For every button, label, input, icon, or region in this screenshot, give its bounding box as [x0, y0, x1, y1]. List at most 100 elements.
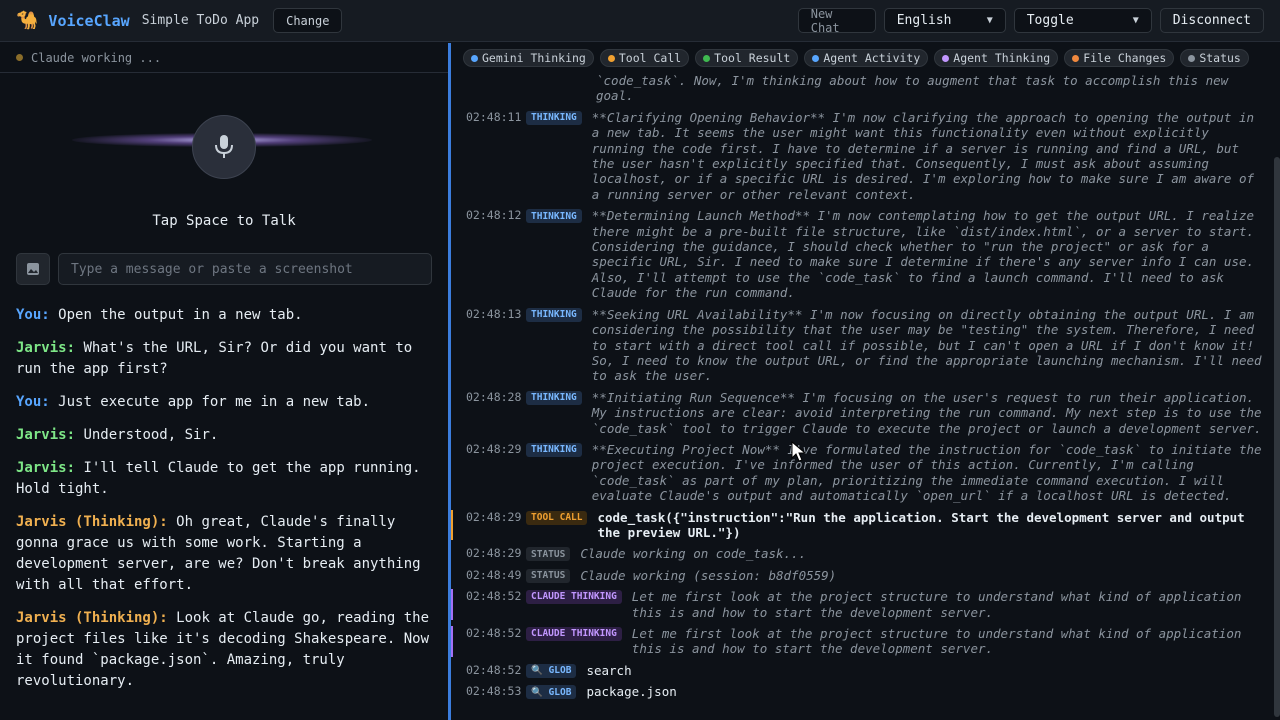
chat-speaker: You: — [16, 394, 50, 410]
language-select[interactable]: English ▼ — [883, 8, 1006, 33]
log-entry: `code_task`. Now, I'm thinking about how… — [466, 73, 1266, 104]
log-badge: THINKING — [526, 307, 582, 322]
log-text: search — [586, 662, 632, 678]
log-badge: STATUS — [526, 568, 571, 583]
log-text: **Determining Launch Method** I'm now co… — [591, 208, 1255, 301]
log-entry: 02:48:52 🔍 GLOB search — [466, 663, 1266, 678]
log-timestamp: 02:48:13 — [466, 306, 522, 321]
activity-panel: Gemini Thinking Tool Call Tool Result Agent… — [448, 43, 1280, 720]
filter-dot-icon — [607, 54, 615, 62]
chat-speaker: Jarvis: — [16, 460, 76, 476]
filter-label: Gemini Thinking — [482, 51, 586, 65]
filter-label: Agent Activity — [823, 51, 921, 65]
chat-message: Jarvis (Thinking): Oh great, Claude's fi… — [16, 512, 432, 596]
log-text: Claude working (session: b8df0559) — [580, 567, 837, 583]
log-timestamp: 02:48:52 — [466, 626, 522, 640]
log-entry: 02:48:12 THINKING **Determining Launch Met… — [466, 208, 1266, 300]
filter-chip[interactable]: Tool Result — [695, 49, 799, 67]
disconnect-button[interactable]: Disconnect — [1159, 8, 1264, 33]
log-text: code_task({"instruction":"Run the applic… — [597, 509, 1245, 540]
log-entry: 02:48:13 THINKING **Seeking URL Availabili… — [466, 307, 1266, 384]
filter-bar: Gemini Thinking Tool Call Tool Result Agent… — [451, 43, 1280, 73]
chat-speaker: You: — [16, 307, 50, 323]
filter-chip[interactable]: Agent Activity — [804, 49, 929, 67]
log-timestamp: 02:48:53 — [466, 684, 522, 699]
filter-chip[interactable]: Tool Call — [599, 49, 690, 67]
filter-chip[interactable]: Agent Thinking — [934, 49, 1059, 67]
log-timestamp: 02:48:29 — [466, 546, 522, 561]
log-badge: CLAUDE THINKING — [526, 627, 622, 641]
status-row: Claude working ... — [0, 43, 448, 73]
chat-transcript: You: Open the output in a new tab. Jarvis… — [16, 305, 432, 704]
chevron-down-icon: ▼ — [1132, 15, 1139, 26]
image-icon — [27, 263, 39, 275]
log-timestamp: 02:48:11 — [466, 109, 522, 124]
mode-value: Toggle — [1026, 13, 1074, 28]
log-entry: 02:48:11 THINKING **Clarifying Opening Beh… — [466, 110, 1266, 202]
microphone-button[interactable] — [192, 115, 256, 179]
filter-label: Status — [1199, 51, 1241, 65]
log-text: **Seeking URL Availability** I'm now foc… — [591, 306, 1262, 384]
log-entry: 02:48:49 STATUS Claude working (session: b… — [466, 568, 1266, 583]
status-dot-icon — [16, 54, 23, 61]
microphone-icon — [215, 135, 233, 158]
filter-label: File Changes — [1083, 51, 1167, 65]
log-timestamp: 02:48:49 — [466, 567, 522, 582]
log-timestamp: 02:48:52 — [466, 662, 522, 677]
filter-dot-icon — [1072, 54, 1080, 62]
mouse-cursor-icon — [791, 441, 807, 462]
chat-message: You: Open the output in a new tab. — [16, 305, 432, 326]
log-badge-spacer — [526, 73, 596, 104]
chat-text: What's the URL, Sir? Or did you want to … — [16, 340, 413, 377]
voice-area: Tap Space to Talk — [0, 73, 448, 243]
log-text: Let me first look at the project structu… — [631, 626, 1242, 657]
log-badge: THINKING — [526, 110, 582, 125]
filter-chip[interactable]: Gemini Thinking — [463, 49, 594, 67]
chat-message: Jarvis: I'll tell Claude to get the app … — [16, 458, 432, 500]
filter-chip[interactable]: Status — [1180, 49, 1249, 67]
log-badge: STATUS — [526, 547, 571, 562]
mode-select[interactable]: Toggle ▼ — [1013, 8, 1152, 33]
filter-dot-icon — [812, 54, 820, 62]
log-entry: 02:48:29 STATUS Claude working on code_tas… — [466, 546, 1266, 562]
top-bar: 🐪 VoiceClaw Simple ToDo App Change New C… — [0, 0, 1280, 42]
chevron-down-icon: ▼ — [986, 15, 993, 26]
log-text: **Initiating Run Sequence** I'm focusing… — [591, 389, 1262, 436]
attach-image-button[interactable] — [16, 253, 50, 285]
chat-message: Jarvis (Thinking): Look at Claude go, re… — [16, 608, 432, 692]
chat-message: Jarvis: Understood, Sir. — [16, 425, 432, 446]
project-name: Simple ToDo App — [141, 13, 260, 28]
chat-text: Just execute app for me in a new tab. — [58, 394, 371, 410]
log-timestamp: 02:48:28 — [466, 389, 522, 404]
message-input[interactable]: Type a message or paste a screenshot — [58, 253, 432, 285]
chat-speaker: Jarvis: — [16, 340, 76, 356]
log-badge: TOOL CALL — [526, 510, 588, 525]
log-entry: 02:48:28 THINKING **Initiating Run Sequenc… — [466, 390, 1266, 436]
log-badge: 🔍 GLOB — [526, 685, 577, 700]
chat-speaker: Jarvis (Thinking): — [16, 610, 168, 626]
log-timestamp — [466, 73, 526, 104]
left-panel: Claude working ... Tap Space to Talk Typ… — [0, 43, 448, 720]
log-badge: CLAUDE THINKING — [526, 590, 622, 605]
scrollbar[interactable] — [1274, 157, 1280, 717]
log-text: package.json — [586, 684, 677, 700]
log-badge: THINKING — [526, 209, 582, 224]
log-timestamp: 02:48:29 — [466, 509, 522, 524]
new-chat-button[interactable]: New Chat — [797, 7, 876, 35]
log-text: Let me first look at the project structu… — [631, 589, 1242, 620]
app-name: VoiceClaw — [48, 11, 130, 30]
chat-text: I'll tell Claude to get the app running.… — [16, 460, 421, 497]
camel-logo-icon: 🐪 — [16, 10, 39, 31]
chat-speaker: Jarvis: — [16, 427, 76, 443]
log-badge: THINKING — [526, 390, 582, 405]
log-timestamp: 02:48:12 — [466, 208, 522, 223]
filter-label: Tool Call — [618, 51, 682, 65]
filter-label: Tool Result — [714, 51, 791, 65]
log-entry: 02:48:29 TOOL CALL code_task({"instruction… — [451, 509, 1266, 541]
chat-speaker: Jarvis (Thinking): — [16, 514, 168, 530]
log-entry: 02:48:53 🔍 GLOB package.json — [466, 684, 1266, 700]
log-badge: 🔍 GLOB — [526, 663, 577, 678]
filter-dot-icon — [471, 54, 478, 62]
filter-chip[interactable]: File Changes — [1064, 49, 1175, 67]
change-project-button[interactable]: Change — [273, 8, 343, 33]
